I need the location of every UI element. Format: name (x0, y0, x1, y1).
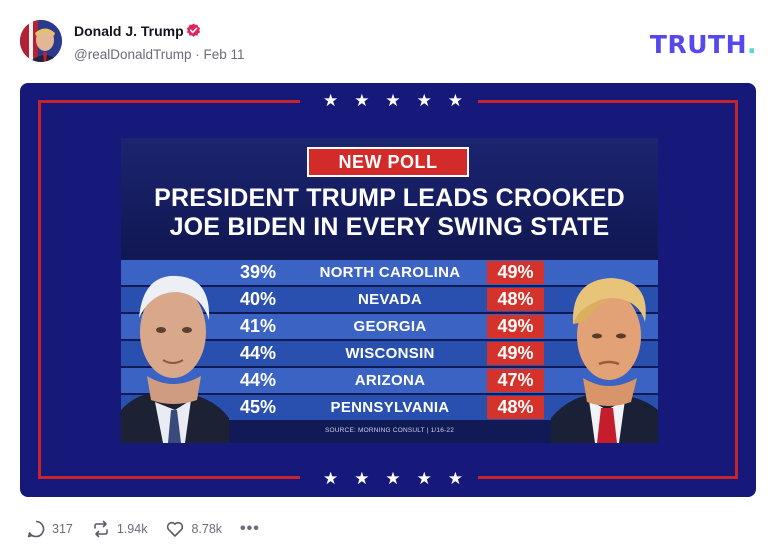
state-name: GEORGIA (353, 318, 427, 335)
retruth-icon (94, 520, 108, 538)
trump-percentage: 48% (487, 396, 544, 419)
heart-icon (167, 521, 184, 537)
biden-percentage: 45% (239, 397, 277, 417)
author-handle[interactable]: @realDonaldTrump (74, 47, 192, 62)
post-header: Donald J. Trump @realDonaldTrump · Feb 1… (20, 18, 757, 68)
avatar-image (20, 20, 62, 62)
trump-percentage: 49% (487, 342, 544, 365)
reply-button[interactable]: 317 (26, 519, 73, 539)
author-display-name[interactable]: Donald J. Trump (74, 23, 184, 39)
state-name: WISCONSIN (345, 345, 435, 362)
reply-icon (27, 520, 45, 538)
like-button[interactable]: 8.78k (165, 519, 222, 539)
star-icon: ★ (447, 91, 463, 110)
trump-percentage: 49% (487, 315, 544, 338)
star-icon: ★ (416, 91, 432, 110)
stars-bottom: ★ ★ ★ ★ ★ (323, 470, 463, 487)
post-media-image[interactable]: ★ ★ ★ ★ ★ ★ ★ ★ ★ ★ NEW POLL PRESIDENT T… (20, 83, 756, 497)
biden-percentage: 41% (239, 316, 277, 336)
retruth-count: 1.94k (116, 522, 148, 536)
poll-source: SOURCE: MORNING CONSULT | 1/16-22 (324, 427, 455, 434)
post-action-bar: 317 1.94k 8.78k ••• (26, 517, 260, 541)
poll-headline-line-2: JOE BIDEN IN EVERY SWING STATE (169, 213, 610, 241)
frame-line-right (735, 100, 738, 479)
separator-dot: · (195, 47, 204, 62)
more-options-button[interactable]: ••• (240, 520, 260, 538)
star-icon: ★ (354, 91, 370, 110)
star-icon: ★ (323, 91, 339, 110)
biden-portrait (121, 275, 229, 443)
star-icon: ★ (447, 469, 463, 488)
post-date[interactable]: Feb 11 (204, 47, 245, 62)
frame-line-bottom-left (38, 476, 300, 479)
state-name: ARIZONA (354, 372, 426, 389)
trump-portrait (551, 278, 658, 443)
truth-logo-text: TRUTH (649, 30, 747, 59)
stars-top: ★ ★ ★ ★ ★ (323, 92, 463, 109)
biden-percentage: 40% (239, 289, 277, 309)
biden-percentage: 39% (239, 262, 277, 282)
poll-headline-line-1: PRESIDENT TRUMP LEADS CROOKED (154, 184, 625, 212)
star-icon: ★ (385, 469, 401, 488)
new-poll-badge: NEW POLL (307, 147, 469, 177)
trump-percentage: 48% (487, 288, 544, 311)
frame-line-bottom-right (478, 476, 738, 479)
truth-logo-dot: . (747, 30, 757, 59)
trump-percentage: 47% (487, 369, 544, 392)
trump-percentage: 49% (487, 261, 544, 284)
author-handle-date: @realDonaldTrump · Feb 11 (74, 47, 245, 62)
truth-social-logo[interactable]: TRUTH. (650, 30, 757, 59)
avatar[interactable] (20, 20, 62, 62)
state-name: PENNSYLVANIA (330, 399, 450, 416)
frame-line-top-left (38, 100, 300, 103)
star-icon: ★ (385, 91, 401, 110)
verified-badge-icon (186, 23, 201, 37)
poll-graphic: NEW POLL PRESIDENT TRUMP LEADS CROOKED J… (121, 138, 658, 443)
biden-percentage: 44% (239, 370, 277, 390)
star-icon: ★ (416, 469, 432, 488)
retruth-button[interactable]: 1.94k (91, 519, 148, 539)
frame-line-left (38, 100, 41, 479)
state-name: NORTH CAROLINA (319, 264, 461, 281)
like-count: 8.78k (191, 522, 223, 536)
star-icon: ★ (323, 469, 339, 488)
star-icon: ★ (354, 469, 370, 488)
frame-line-top-right (478, 100, 738, 103)
reply-count: 317 (52, 522, 73, 536)
biden-percentage: 44% (239, 343, 277, 363)
state-name: NEVADA (357, 291, 423, 308)
